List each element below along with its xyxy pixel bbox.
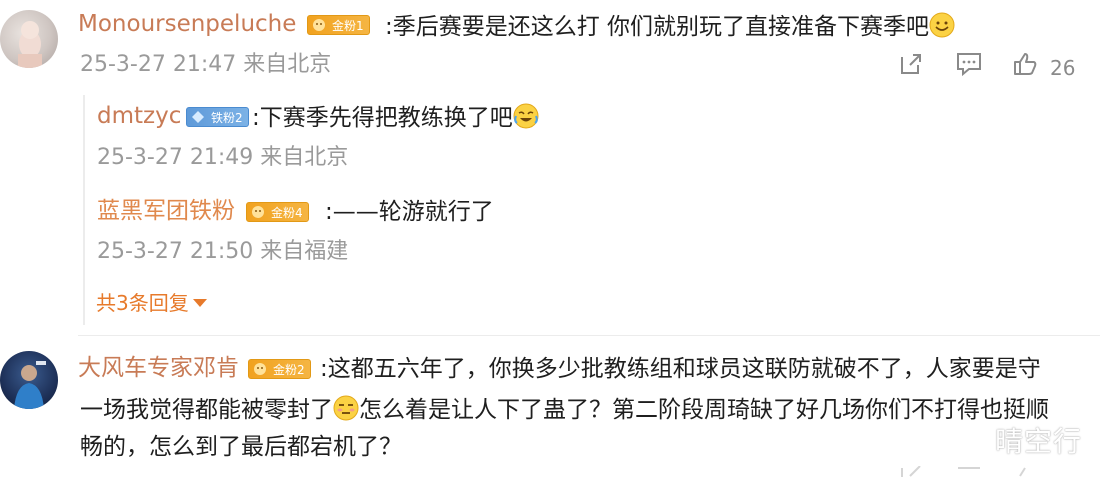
comment-text-fragment: 怎么着是让人下了蛊了？第二阶段周琦缺了好几场你们不打得也挺顺	[359, 397, 1049, 423]
more-replies-link[interactable]: 共3条回复	[96, 290, 207, 316]
comment-text-body: :季后赛要是还这么打 你们就别玩了直接准备下赛季吧	[385, 14, 930, 40]
reply-username[interactable]: 蓝黑军团铁粉	[97, 197, 235, 225]
comment-text-line: :这都五六年了，你换多少批教练组和球员这联防就破不了，人家要是守	[320, 356, 1041, 382]
comment-divider	[78, 335, 1100, 336]
comment-text-fragment: 一场我觉得都能被零封了	[80, 397, 333, 423]
reply-thread-rule	[83, 95, 85, 325]
avatar[interactable]	[0, 351, 58, 409]
weibo-comment-section: Monoursenpeluche 金粉1 :季后赛要是还这么打 你们就别玩了直接…	[0, 0, 1100, 477]
reply-meta: 25-3-27 21:49 来自北京	[97, 145, 349, 170]
reply-text: :下赛季先得把教练换了吧	[252, 103, 539, 132]
comment-text-line: 畅的，怎么到了最后都宕机了？	[80, 434, 402, 460]
reply-text-body: :下赛季先得把教练换了吧	[252, 105, 513, 131]
watermark: 晴空行	[994, 425, 1082, 458]
more-replies-label: 共3条回复	[96, 291, 189, 315]
fan-badge-icon	[313, 19, 325, 31]
comment-icon[interactable]	[955, 466, 983, 477]
avatar[interactable]	[0, 10, 58, 68]
share-icon[interactable]	[898, 466, 924, 477]
fan-badge-label: 金粉4	[271, 206, 303, 220]
fan-badge: 金粉2	[248, 359, 311, 379]
comment-text-line: 一场我觉得都能被零封了 怎么着是让人下了蛊了？第二阶段周琦缺了好几场你们不打得也…	[80, 395, 1049, 424]
like-icon[interactable]	[1012, 51, 1038, 77]
comment-username[interactable]: Monoursenpeluche	[78, 10, 296, 38]
fan-badge-icon	[252, 206, 264, 218]
comment-icon[interactable]	[955, 51, 983, 77]
fan-badge-icon	[192, 111, 204, 123]
like-icon[interactable]	[1012, 466, 1038, 477]
fan-badge-label: 金粉1	[332, 19, 364, 33]
fan-badge-label: 铁粉2	[211, 111, 243, 125]
comment-text: :季后赛要是还这么打 你们就别玩了直接准备下赛季吧	[385, 12, 955, 41]
like-count: 26	[1050, 56, 1076, 80]
fan-badge-icon	[254, 363, 266, 375]
reply-text: :——轮游就行了	[325, 199, 494, 225]
reply-meta: 25-3-27 21:50 来自福建	[97, 239, 349, 264]
share-icon[interactable]	[898, 51, 924, 77]
smile-emoji	[929, 12, 955, 38]
comment-username[interactable]: 大风车专家邓肯	[78, 354, 239, 382]
fan-badge: 金粉1	[307, 15, 370, 35]
comment-meta: 25-3-27 21:47 来自北京	[80, 52, 332, 77]
fan-badge: 金粉4	[246, 202, 309, 222]
laugh-cry-emoji	[513, 103, 539, 129]
fan-badge: 铁粉2	[186, 107, 249, 127]
reply-username[interactable]: dmtzyc	[97, 102, 181, 130]
embarrassed-emoji	[333, 395, 359, 421]
fan-badge-label: 金粉2	[273, 363, 305, 377]
chevron-down-icon	[192, 299, 207, 307]
